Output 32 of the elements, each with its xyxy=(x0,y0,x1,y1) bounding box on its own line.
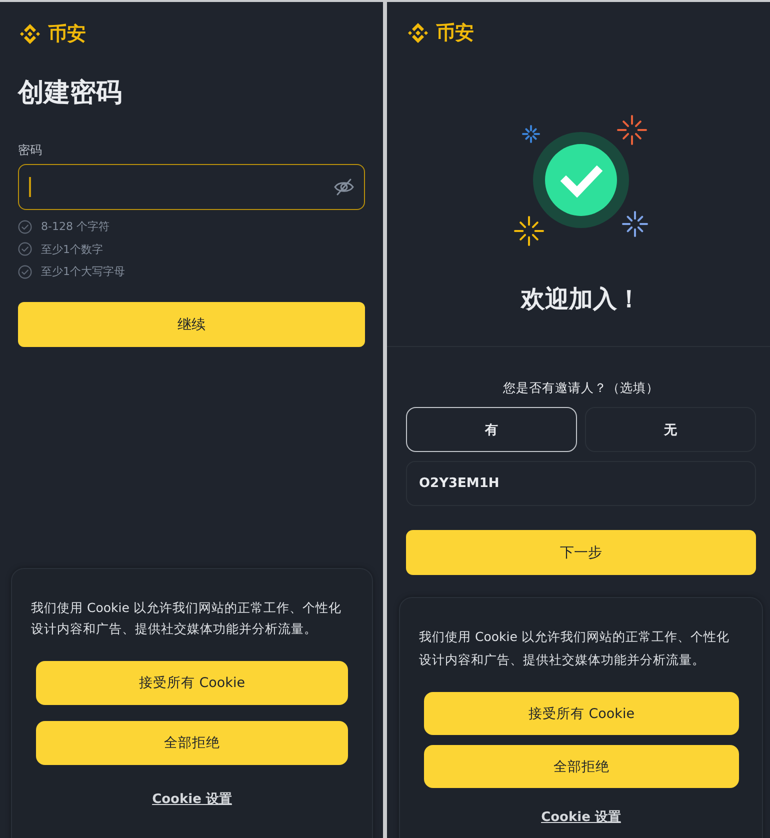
next-button[interactable]: 下一步 xyxy=(406,530,756,575)
logo-text: 币安 xyxy=(436,21,474,45)
sparkle-icon xyxy=(522,125,540,143)
page-title: 创建密码 xyxy=(18,77,122,110)
referral-option[interactable]: 无 xyxy=(585,407,756,452)
cookie-settings-link[interactable]: Cookie 设置 xyxy=(152,791,232,809)
referral-code-field[interactable]: O2Y3EM1H xyxy=(406,461,756,506)
sparkle-icon xyxy=(617,115,647,145)
cookie-button[interactable]: 全部拒绝 xyxy=(424,745,739,788)
cookie-button[interactable]: 全部拒绝 xyxy=(36,721,348,765)
sparkle-icon xyxy=(622,211,648,237)
welcome-title: 欢迎加入！ xyxy=(521,284,641,315)
diamond-logo-icon xyxy=(406,21,430,45)
text-cursor-icon xyxy=(29,177,31,197)
sparkle-icon xyxy=(514,216,544,246)
password-field[interactable] xyxy=(18,164,365,210)
diamond-logo-icon xyxy=(18,22,42,46)
requirement-text: 至少1个大写字母 xyxy=(41,264,125,280)
logo-text: 币安 xyxy=(48,22,86,46)
cookie-notice-text: 我们使用 Cookie 以允许我们网站的正常工作、个性化设计内容和广告、提供社交媒体功能并分析流量。 xyxy=(31,599,342,638)
cookie-button[interactable]: 接受所有 Cookie xyxy=(424,692,739,735)
success-check-icon xyxy=(533,132,629,228)
requirement-text: 至少1个数字 xyxy=(41,242,103,258)
requirement-text: 8-128 个字符 xyxy=(41,219,110,235)
cookie-notice-text: 我们使用 Cookie 以允许我们网站的正常工作、个性化设计内容和广告、提供社交媒体功能并分析流量。 xyxy=(419,628,730,669)
referral-option[interactable]: 有 xyxy=(406,407,577,452)
eye-slash-icon[interactable] xyxy=(334,178,354,196)
field-label: 密码 xyxy=(18,142,42,159)
cookie-button[interactable]: 接受所有 Cookie xyxy=(36,661,348,705)
referral-question: 您是否有邀请人？（选填） xyxy=(503,379,659,397)
cookie-settings-link[interactable]: Cookie 设置 xyxy=(541,809,621,827)
continue-button[interactable]: 继续 xyxy=(18,302,365,347)
